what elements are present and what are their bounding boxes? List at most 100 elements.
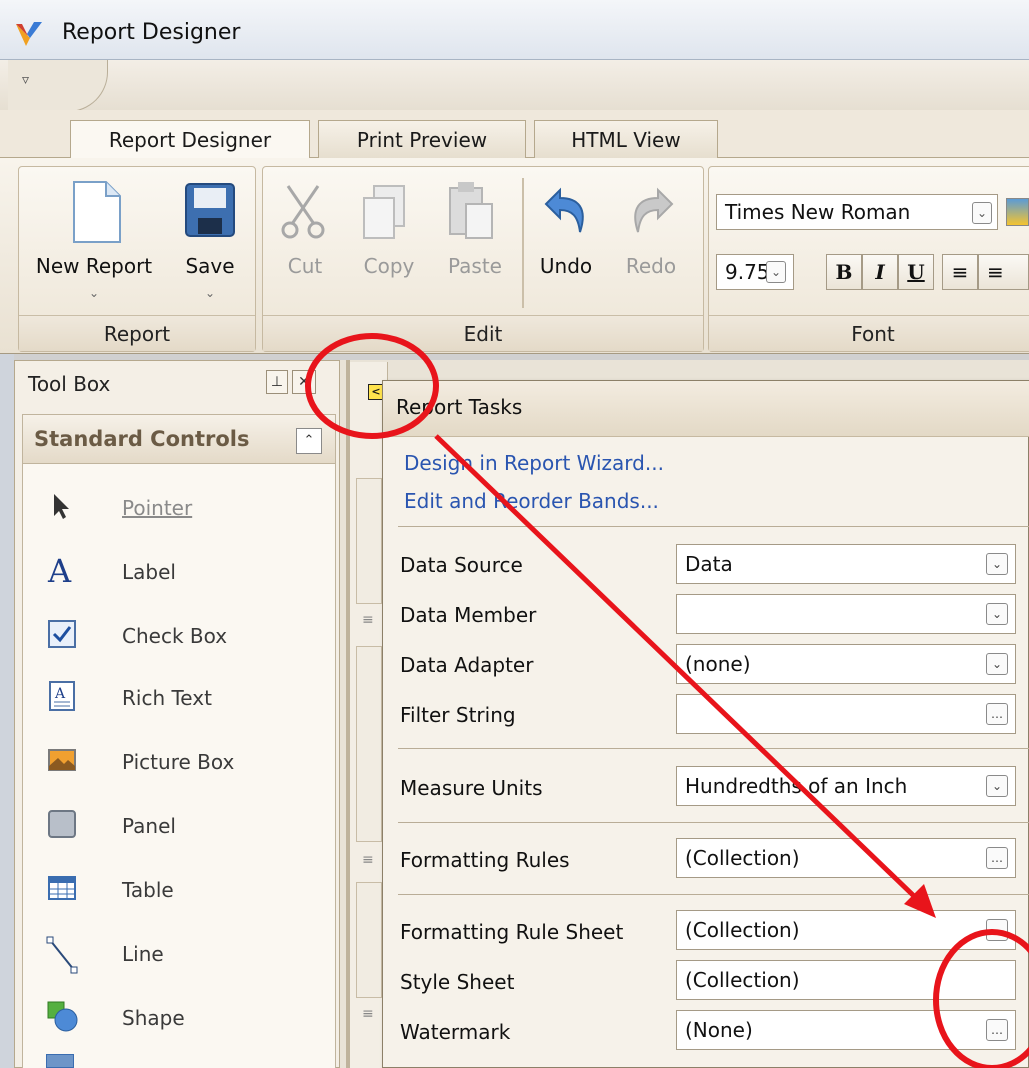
- quick-access-toolbar: [0, 60, 1029, 110]
- data-source-label: Data Source: [400, 553, 523, 577]
- data-member-dropdown-icon[interactable]: ⌄: [986, 603, 1008, 625]
- group-caption-font: Font: [709, 315, 1029, 351]
- report-tasks-title: Report Tasks: [396, 395, 523, 419]
- cut-icon: [280, 182, 326, 240]
- section-divider: [398, 822, 1029, 823]
- filter-string-field[interactable]: [676, 694, 1016, 734]
- align-left-icon[interactable]: ≡: [942, 254, 978, 290]
- formatting-rule-sheet-field[interactable]: (Collection): [676, 910, 1016, 950]
- redo-icon: [626, 182, 678, 240]
- watermark-ellipsis-icon[interactable]: …: [986, 1019, 1008, 1041]
- panel-splitter[interactable]: [346, 360, 350, 1068]
- band-strip: [356, 882, 382, 998]
- section-divider: [398, 748, 1029, 749]
- filter-string-label: Filter String: [400, 703, 516, 727]
- section-divider: [398, 894, 1029, 895]
- band-strip: [356, 646, 382, 842]
- data-member-field[interactable]: [676, 594, 1016, 634]
- toolbox-item-line[interactable]: Line: [40, 926, 330, 984]
- undo-icon: [540, 182, 592, 240]
- save-icon: [184, 182, 236, 238]
- data-source-dropdown-icon[interactable]: ⌄: [986, 553, 1008, 575]
- font-name-dropdown-icon[interactable]: ⌄: [972, 202, 992, 224]
- line-icon: [46, 936, 78, 974]
- toolbox-item-label: Label: [122, 560, 176, 584]
- font-name-combo[interactable]: Times New Roman: [716, 194, 998, 230]
- toolbox-item-label: Line: [122, 942, 164, 966]
- paste-button[interactable]: Paste: [440, 254, 510, 278]
- formatting-rule-sheet-label: Formatting Rule Sheet: [400, 920, 624, 944]
- tab-html-view[interactable]: HTML View: [534, 120, 718, 159]
- formatting-rules-ellipsis-icon[interactable]: …: [986, 847, 1008, 869]
- align-center-icon[interactable]: ≡: [978, 254, 1029, 290]
- copy-icon: [360, 184, 408, 242]
- copy-button[interactable]: Copy: [358, 254, 420, 278]
- new-report-chevron-icon[interactable]: ⌄: [84, 286, 104, 300]
- window-title: Report Designer: [62, 20, 241, 45]
- underline-button[interactable]: U: [898, 254, 934, 290]
- window-left-edge: [0, 354, 14, 1068]
- toolbox-item-label-control[interactable]: A Label: [40, 544, 330, 602]
- data-member-label: Data Member: [400, 603, 537, 627]
- qat-dropdown-icon[interactable]: ▿: [22, 72, 29, 88]
- group-caption-edit: Edit: [263, 315, 703, 351]
- measure-units-dropdown-icon[interactable]: ⌄: [986, 775, 1008, 797]
- formatting-rules-label: Formatting Rules: [400, 848, 570, 872]
- save-button[interactable]: Save: [176, 254, 244, 278]
- collapse-chevron-icon[interactable]: ⌃: [296, 428, 322, 454]
- new-report-button[interactable]: New Report: [24, 254, 164, 278]
- toolbox-item-shape[interactable]: Shape: [40, 990, 330, 1048]
- formatting-rules-field[interactable]: (Collection): [676, 838, 1016, 878]
- watermark-field[interactable]: (None): [676, 1010, 1016, 1050]
- toolbox-item-rich-text[interactable]: A Rich Text: [40, 670, 330, 728]
- style-sheet-field[interactable]: (Collection): [676, 960, 1016, 1000]
- design-in-report-wizard-link[interactable]: Design in Report Wizard...: [404, 451, 664, 475]
- save-chevron-icon[interactable]: ⌄: [200, 286, 220, 300]
- bold-button[interactable]: B: [826, 254, 862, 290]
- svg-text:A: A: [54, 686, 66, 702]
- data-adapter-dropdown-icon[interactable]: ⌄: [986, 653, 1008, 675]
- cut-button[interactable]: Cut: [278, 254, 332, 278]
- app-logo-icon: [14, 20, 44, 50]
- toolbox-item-table[interactable]: Table: [40, 862, 330, 920]
- table-icon: [46, 872, 78, 904]
- band-strip: [356, 478, 382, 604]
- new-report-icon: [68, 180, 124, 244]
- toolbox-item-pointer[interactable]: Pointer: [40, 480, 330, 538]
- pin-icon[interactable]: ⊥: [266, 370, 288, 394]
- toolbox-item-picture-box[interactable]: Picture Box: [40, 734, 330, 792]
- shape-icon: [46, 1000, 78, 1032]
- data-adapter-field[interactable]: (none): [676, 644, 1016, 684]
- group-caption-report: Report: [19, 315, 255, 351]
- tab-report-designer[interactable]: Report Designer: [70, 120, 310, 160]
- formatting-rule-sheet-ellipsis-icon[interactable]: …: [986, 919, 1008, 941]
- undo-button[interactable]: Undo: [536, 254, 596, 278]
- checkbox-icon: [46, 618, 78, 650]
- toolbox-item-label: Panel: [122, 814, 176, 838]
- panel-icon: [46, 808, 78, 840]
- font-size-dropdown-icon[interactable]: ⌄: [766, 261, 786, 283]
- data-source-field[interactable]: Data: [676, 544, 1016, 584]
- paste-icon: [446, 180, 496, 242]
- measure-units-field[interactable]: Hundredths of an Inch: [676, 766, 1016, 806]
- toolbox-item-label: Pointer: [122, 496, 193, 520]
- picture-box-icon: [46, 744, 78, 776]
- italic-button[interactable]: I: [862, 254, 898, 290]
- edit-and-reorder-bands-link[interactable]: Edit and Reorder Bands...: [404, 489, 659, 513]
- toolbox-item-label: Picture Box: [122, 750, 235, 774]
- toolbox-item-panel[interactable]: Panel: [40, 798, 330, 856]
- rich-text-icon: A: [46, 680, 78, 712]
- font-color-icon[interactable]: [1006, 198, 1029, 226]
- label-icon: A: [46, 552, 78, 590]
- toolbox-item-label: Check Box: [122, 624, 228, 648]
- data-adapter-label: Data Adapter: [400, 653, 534, 677]
- standard-controls-title: Standard Controls: [34, 427, 250, 451]
- toolbox-item-check-box[interactable]: Check Box: [40, 608, 330, 666]
- redo-button[interactable]: Redo: [618, 254, 684, 278]
- tab-print-preview[interactable]: Print Preview: [318, 120, 526, 159]
- toolbox-title: Tool Box: [28, 372, 111, 396]
- svg-text:A: A: [47, 554, 72, 586]
- toolbox-item-label: Shape: [122, 1006, 185, 1030]
- filter-string-ellipsis-icon[interactable]: …: [986, 703, 1008, 725]
- close-icon[interactable]: ✕: [292, 370, 316, 394]
